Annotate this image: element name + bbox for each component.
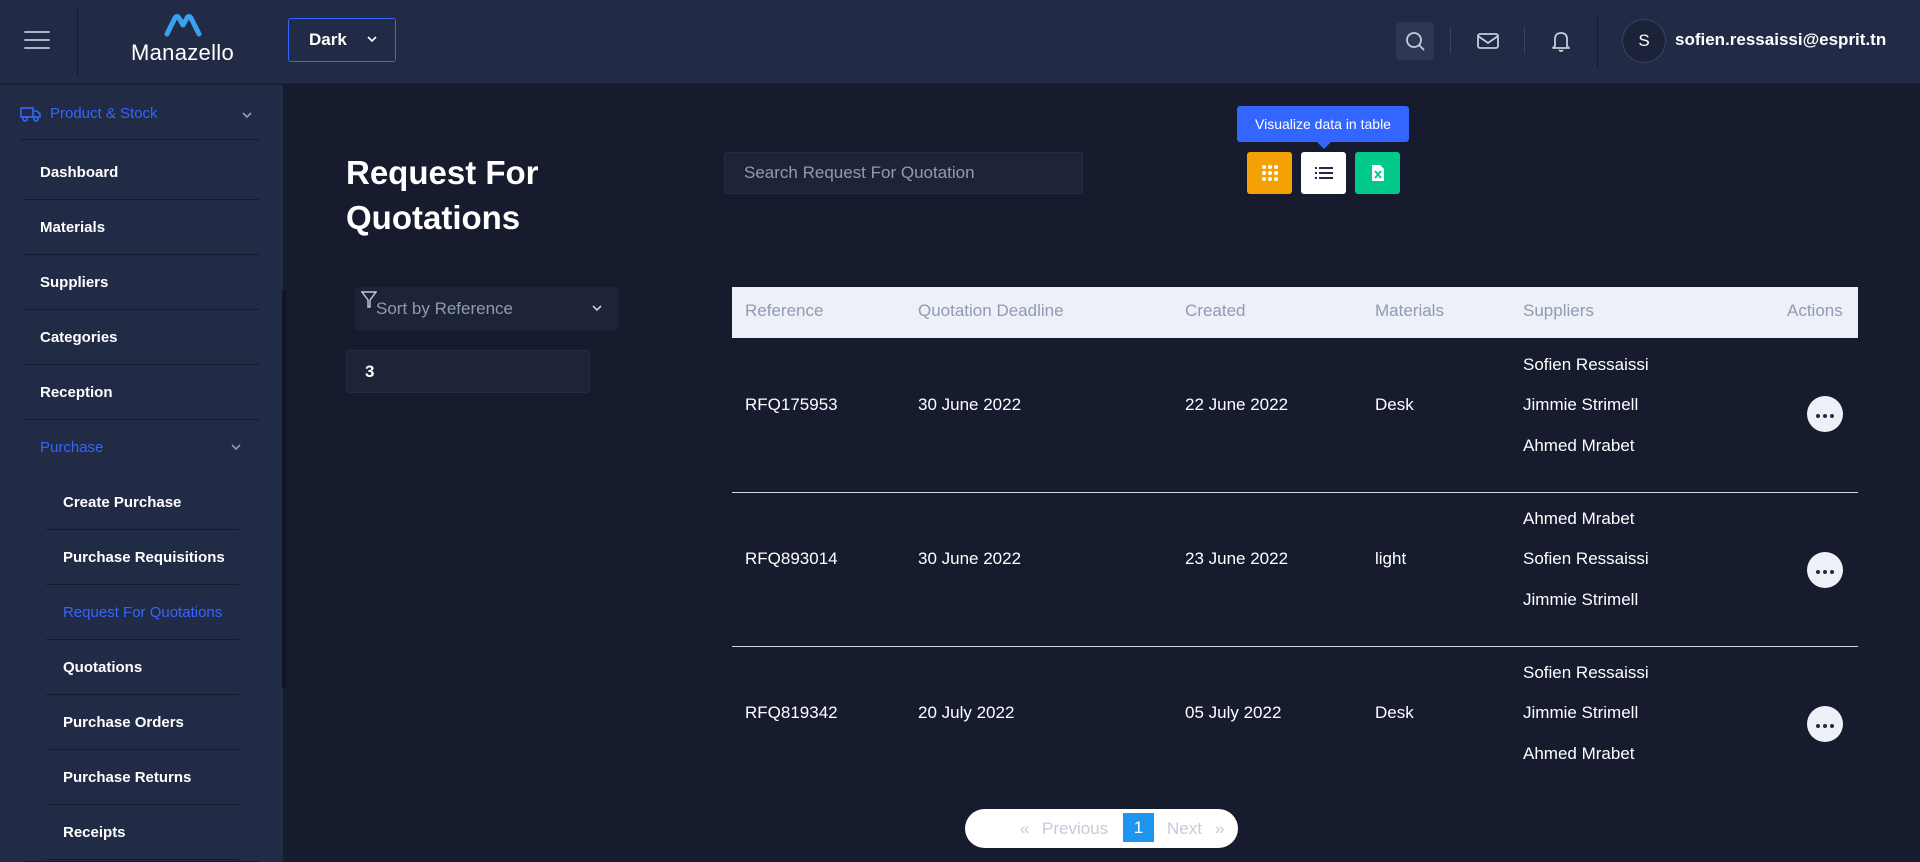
sort-select[interactable]: Sort by Reference: [355, 287, 618, 330]
result-count: 3: [346, 350, 590, 393]
previous-page-button[interactable]: Previous: [1042, 809, 1108, 848]
more-actions-button[interactable]: [1807, 706, 1843, 742]
sidebar-item-categories[interactable]: Categories: [24, 310, 259, 365]
table-row: RFQ175953 30 June 2022 22 June 2022 Desk…: [732, 339, 1858, 493]
first-page-button[interactable]: «: [1020, 809, 1029, 848]
cell-supplier: Jimmie Strimell: [1523, 590, 1639, 609]
next-page-button[interactable]: Next: [1167, 809, 1202, 848]
logo-text: Manazello: [131, 40, 234, 65]
list-view-button[interactable]: [1301, 152, 1346, 194]
sidebar-subitem-request-for-quotations[interactable]: Request For Quotations: [46, 585, 239, 640]
divider: [1597, 16, 1598, 68]
tooltip: Visualize data in table: [1237, 106, 1409, 149]
sidebar-scrollbar[interactable]: [282, 290, 286, 688]
sidebar-subitem-purchase-returns[interactable]: Purchase Returns: [46, 750, 239, 805]
sidebar-item-label: Purchase: [40, 439, 104, 456]
sidebar-item-suppliers[interactable]: Suppliers: [24, 255, 259, 310]
sidebar-subitem-create-purchase[interactable]: Create Purchase: [46, 475, 239, 530]
column-header-materials[interactable]: Materials: [1375, 301, 1444, 321]
last-page-button[interactable]: »: [1215, 809, 1224, 848]
cell-created: 05 July 2022: [1185, 703, 1282, 722]
divider: [77, 8, 78, 76]
column-header-reference[interactable]: Reference: [745, 301, 823, 321]
sidebar: Product & Stock Dashboard Materials Supp…: [0, 85, 283, 862]
sidebar-item-dashboard[interactable]: Dashboard: [24, 145, 259, 200]
cell-deadline: 30 June 2022: [918, 395, 1022, 414]
chevron-down-icon: [367, 36, 377, 43]
sidebar-item-materials[interactable]: Materials: [24, 200, 259, 255]
cell-reference: RFQ175953: [745, 395, 838, 414]
cell-deadline: 30 June 2022: [918, 549, 1022, 568]
chevron-down-icon: [592, 305, 602, 312]
truck-icon: [20, 106, 41, 122]
mail-icon[interactable]: [1469, 22, 1507, 60]
sidebar-item-purchase[interactable]: Purchase: [24, 420, 259, 475]
cell-deadline: 20 July 2022: [918, 703, 1015, 722]
sidebar-subitem-purchase-requisitions[interactable]: Purchase Requisitions: [46, 530, 239, 585]
sidebar-subitem-receipts[interactable]: Receipts: [46, 805, 239, 860]
list-icon: [1314, 167, 1333, 179]
page-1-button[interactable]: 1: [1123, 813, 1154, 842]
logo-icon: [164, 14, 201, 37]
table-row: RFQ893014 30 June 2022 23 June 2022 ligh…: [732, 493, 1858, 647]
funnel-icon: [361, 291, 377, 308]
table-row: RFQ819342 20 July 2022 05 July 2022 Desk…: [732, 647, 1858, 801]
divider: [1524, 28, 1525, 54]
cell-supplier: Sofien Ressaissi: [1523, 549, 1649, 568]
divider: [1450, 28, 1451, 54]
cell-materials: Desk: [1375, 703, 1414, 722]
excel-icon: [1371, 165, 1384, 181]
cell-supplier: Ahmed Mrabet: [1523, 744, 1635, 763]
cell-supplier: Sofien Ressaissi: [1523, 355, 1649, 374]
grid-view-button[interactable]: [1247, 152, 1292, 194]
export-excel-button[interactable]: [1355, 152, 1400, 194]
theme-select[interactable]: Dark: [288, 18, 396, 62]
logo: Manazello: [120, 12, 245, 72]
more-icon: [1815, 405, 1836, 423]
sidebar-section-label: Product & Stock: [50, 105, 158, 122]
cell-reference: RFQ893014: [745, 549, 838, 568]
sort-select-value: Sort by Reference: [376, 298, 514, 318]
column-header-deadline[interactable]: Quotation Deadline: [918, 301, 1064, 321]
chevron-down-icon: [231, 444, 241, 451]
sidebar-subitem-purchase-orders[interactable]: Purchase Orders: [46, 695, 239, 750]
search-icon[interactable]: [1396, 22, 1434, 60]
chevron-down-icon: [242, 112, 252, 119]
column-header-actions: Actions: [1787, 301, 1843, 320]
cell-materials: light: [1375, 549, 1407, 568]
more-icon: [1815, 715, 1836, 733]
more-actions-button[interactable]: [1807, 552, 1843, 588]
theme-select-value: Dark: [309, 30, 347, 49]
grid-icon: [1261, 165, 1278, 181]
cell-reference: RFQ819342: [745, 703, 838, 722]
sidebar-section-product-stock[interactable]: Product & Stock: [20, 88, 260, 140]
more-icon: [1815, 561, 1836, 579]
avatar[interactable]: S: [1622, 19, 1666, 63]
cell-supplier: Sofien Ressaissi: [1523, 663, 1649, 682]
user-email[interactable]: sofien.ressaissi@esprit.tn: [1675, 30, 1886, 50]
bell-icon[interactable]: [1542, 22, 1580, 60]
cell-supplier: Jimmie Strimell: [1523, 395, 1639, 414]
cell-materials: Desk: [1375, 395, 1414, 414]
cell-created: 23 June 2022: [1185, 549, 1289, 568]
pagination: « Previous 1 Next »: [965, 809, 1238, 848]
cell-supplier: Ahmed Mrabet: [1523, 509, 1635, 528]
sidebar-subitem-quotations[interactable]: Quotations: [46, 640, 239, 695]
page-title: Request For Quotations: [346, 154, 539, 236]
top-bar: Manazello Dark S sofien.ressaissi@esprit…: [0, 0, 1920, 84]
menu-icon[interactable]: [22, 28, 52, 52]
cell-supplier: Ahmed Mrabet: [1523, 436, 1635, 455]
sidebar-item-reception[interactable]: Reception: [24, 365, 259, 420]
more-actions-button[interactable]: [1807, 396, 1843, 432]
cell-created: 22 June 2022: [1185, 395, 1289, 414]
search-input[interactable]: [724, 152, 1083, 194]
column-header-created[interactable]: Created: [1185, 301, 1245, 321]
column-header-suppliers[interactable]: Suppliers: [1523, 301, 1594, 321]
table-header: Reference Quotation Deadline Created Mat…: [732, 287, 1858, 338]
cell-supplier: Jimmie Strimell: [1523, 703, 1639, 722]
